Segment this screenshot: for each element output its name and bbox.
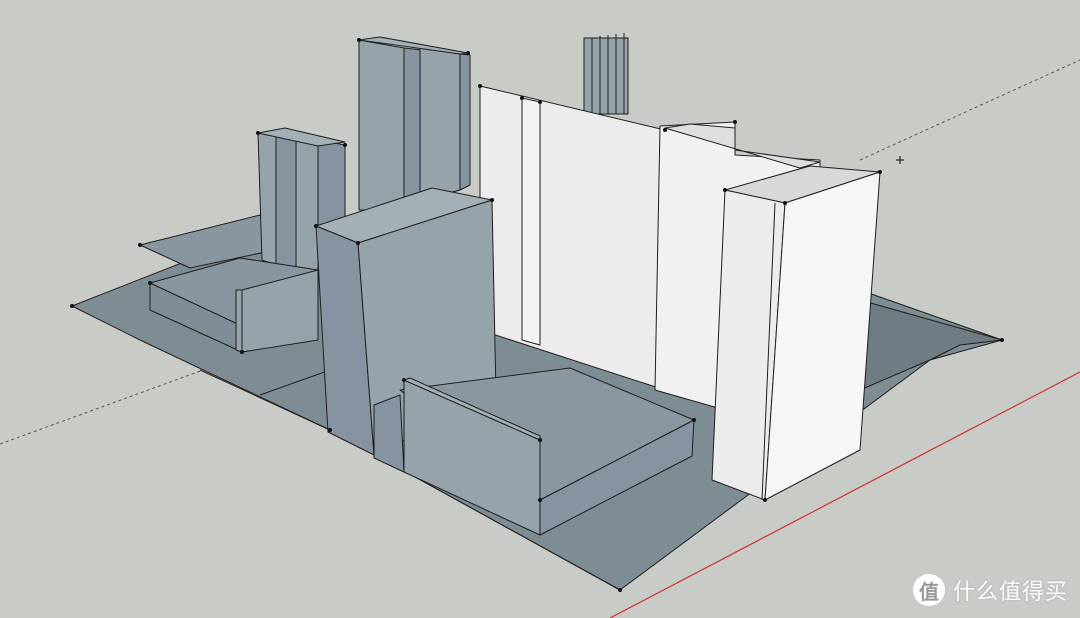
green-axis-dashed-far [859, 59, 1080, 161]
white-tower [711, 165, 881, 501]
tower-c-front [295, 134, 319, 271]
parapet-front [235, 289, 243, 353]
tall-tower-front [358, 39, 405, 211]
tall-tower-fin [459, 53, 471, 191]
tower-d-front [317, 139, 346, 231]
tall-tower-side-2 [419, 47, 461, 201]
comb-tower [583, 33, 629, 115]
courtyard-wall-left [373, 394, 405, 473]
crosshair-cursor-icon [896, 156, 904, 164]
tower-b-front [275, 129, 297, 269]
watermark-text: 什么值得买 [952, 580, 1068, 605]
model-canvas[interactable] [0, 0, 1080, 618]
comb-body [583, 37, 629, 115]
sketchup-viewport[interactable]: 值 什么值得买 [0, 0, 1080, 618]
smzdm-logo-icon: 值 [912, 574, 945, 606]
tall-tower [358, 36, 471, 211]
white-wall-strip [521, 97, 541, 346]
watermark: 值 什么值得买 [912, 574, 1068, 606]
